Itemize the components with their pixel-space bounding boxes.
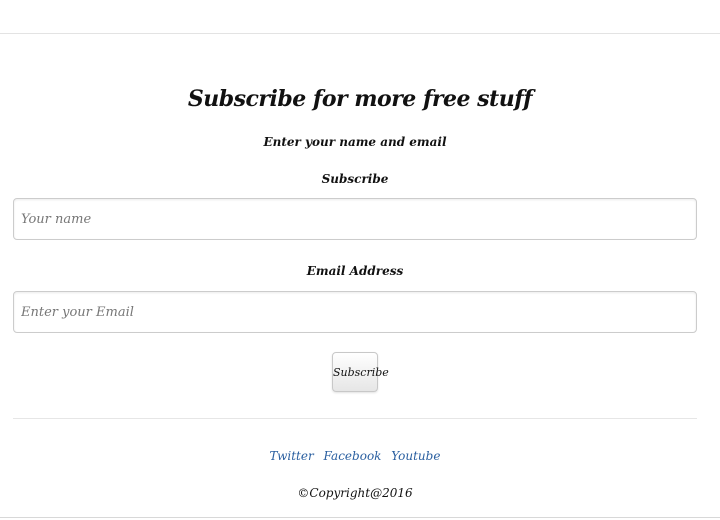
facebook-link[interactable]: Facebook — [324, 449, 382, 463]
name-input[interactable] — [13, 198, 697, 240]
copyright-text: ©Copyright@2016 — [297, 486, 413, 500]
email-input[interactable] — [13, 291, 697, 333]
footer-divider — [13, 418, 697, 419]
subscribe-button[interactable]: Subscribe — [332, 352, 389, 392]
page-title: Subscribe for more free stuff — [187, 86, 533, 112]
email-field-label: Email Address — [306, 264, 404, 278]
page-bottom-divider — [0, 517, 720, 518]
youtube-link[interactable]: Youtube — [391, 449, 440, 463]
social-links: Twitter Facebook Youtube — [0, 449, 710, 463]
header-divider — [0, 33, 720, 34]
page-subtitle: Enter your name and email — [263, 135, 447, 149]
name-field-label: Subscribe — [321, 172, 389, 186]
twitter-link[interactable]: Twitter — [270, 449, 314, 463]
